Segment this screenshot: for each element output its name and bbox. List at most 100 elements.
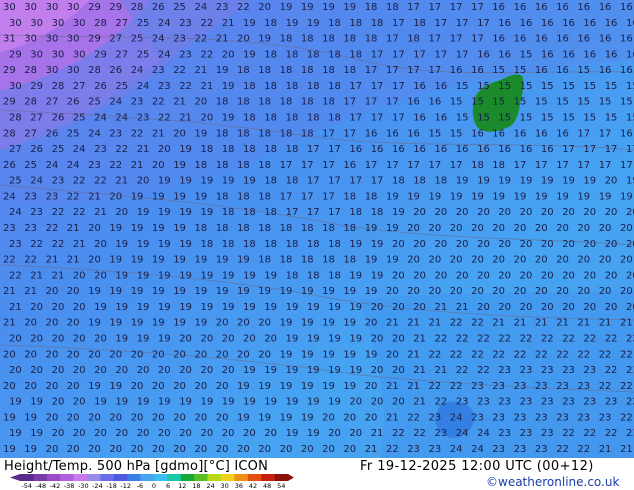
grid-value-label: 16 [605,49,618,60]
grid-value-label: 24 [158,49,171,60]
grid-value-label: 18 [301,255,314,266]
grid-value-label: 20 [541,302,554,313]
grid-value-label: 20 [243,428,256,439]
grid-value-label: 21 [131,160,144,171]
grid-value-label: 15 [605,81,618,92]
grid-value-label: 19 [243,18,256,29]
grid-value-label: 19 [258,412,271,423]
site-credit[interactable]: ©weatheronline.co.uk [486,475,619,489]
grid-value-label: 22 [3,255,16,266]
grid-value-label: 19 [243,397,256,408]
grid-value-label: 17 [301,191,314,202]
grid-value-label: 17 [450,2,463,13]
grid-value-label: 19 [158,334,171,345]
grid-value-label: 23 [46,191,59,202]
grid-value-label: 18 [216,223,229,234]
grid-value-label: 19 [201,176,214,187]
grid-value-label: 19 [158,207,171,218]
grid-value-label: 22 [456,334,469,345]
grid-value-label: 16 [562,49,575,60]
grid-value-label: 19 [541,176,554,187]
grid-value-label: 19 [322,286,335,297]
grid-value-label: 16 [583,18,596,29]
grid-value-label: 19 [222,176,235,187]
grid-value-label: 20 [620,286,633,297]
grid-value-label: 21 [371,428,384,439]
grid-value-label: 16 [349,144,362,155]
grid-value-label: 18 [328,239,341,250]
grid-value-label: 20 [562,270,575,281]
grid-value-label: 23 [9,239,22,250]
grid-value-label: 20 [46,286,59,297]
grid-value-label: 16 [599,34,612,45]
grid-value-label: 21 [386,318,399,329]
grid-value-label: 16 [435,144,448,155]
grid-value-label: 23 [514,381,527,392]
grid-value-label: 20 [73,428,86,439]
grid-value-label: 30 [46,34,59,45]
grid-value-label: 21 [201,81,214,92]
grid-value-label: 20 [392,270,405,281]
grid-value-label: 16 [492,34,505,45]
grid-value-label: 23 [24,223,37,234]
grid-value-label: 19 [30,397,43,408]
grid-value-label: 19 [30,428,43,439]
grid-value-label: 31 [3,34,16,45]
grid-value-label: 17 [562,144,575,155]
grid-value-label: 23 [88,160,101,171]
grid-value-label: 19 [343,349,356,360]
grid-value-label: 30 [46,65,59,76]
grid-value-label: 17 [322,128,335,139]
grid-value-label: 19 [24,412,37,423]
grid-value-label: 29 [94,49,107,60]
grid-value-label: 20 [371,397,384,408]
grid-value-label: 18 [216,128,229,139]
grid-value-label: 24 [450,412,463,423]
grid-value-label: 17 [514,160,527,171]
grid-value-label: 20 [201,334,214,345]
grid-value-label: 20 [556,255,569,266]
grid-value-label: 15 [626,81,634,92]
scale-tick-label: -18 [106,482,117,490]
grid-value-label: 22 [450,318,463,329]
grid-value-label: 18 [201,144,214,155]
color-scale-swatch [247,474,262,481]
grid-value-label: 17 [577,160,590,171]
grid-value-label: 19 [264,270,277,281]
grid-value-label: 20 [73,365,86,376]
grid-value-label: 20 [237,318,250,329]
grid-value-label: 15 [562,113,575,124]
grid-value-label: 27 [115,18,128,29]
grid-value-label: 22 [605,428,618,439]
grid-value-label: 15 [541,81,554,92]
grid-value-label: 16 [392,144,405,155]
grid-value-label: 28 [24,97,37,108]
grid-value-label: 20 [195,97,208,108]
grid-value-label: 20 [94,428,107,439]
grid-value-label: 27 [24,128,37,139]
grid-value-label: 20 [258,2,271,13]
color-scale-swatch [46,474,61,481]
grid-value-label: 17 [450,34,463,45]
grid-value-label: 19 [152,286,165,297]
grid-value-label: 19 [173,223,186,234]
grid-value-label: 18 [258,191,271,202]
grid-value-label: 20 [498,302,511,313]
scale-tick-label: -48 [35,482,46,490]
grid-value-label: 20 [73,397,86,408]
grid-value-label: 23 [24,191,37,202]
grid-value-label: 20 [115,207,128,218]
grid-value-label: 20 [626,239,634,250]
grid-value-label: 28 [131,2,144,13]
color-scale-swatch [140,474,155,481]
grid-value-label: 20 [67,349,80,360]
grid-value-label: 15 [541,113,554,124]
grid-value-label: 26 [67,97,80,108]
grid-value-label: 19 [137,334,150,345]
scale-tick-label: 18 [192,482,200,490]
grid-value-label: 20 [626,207,634,218]
grid-value-label: 21 [222,18,235,29]
grid-value-label: 20 [24,381,37,392]
scale-tick-label: -30 [78,482,89,490]
grid-value-label: 17 [349,113,362,124]
